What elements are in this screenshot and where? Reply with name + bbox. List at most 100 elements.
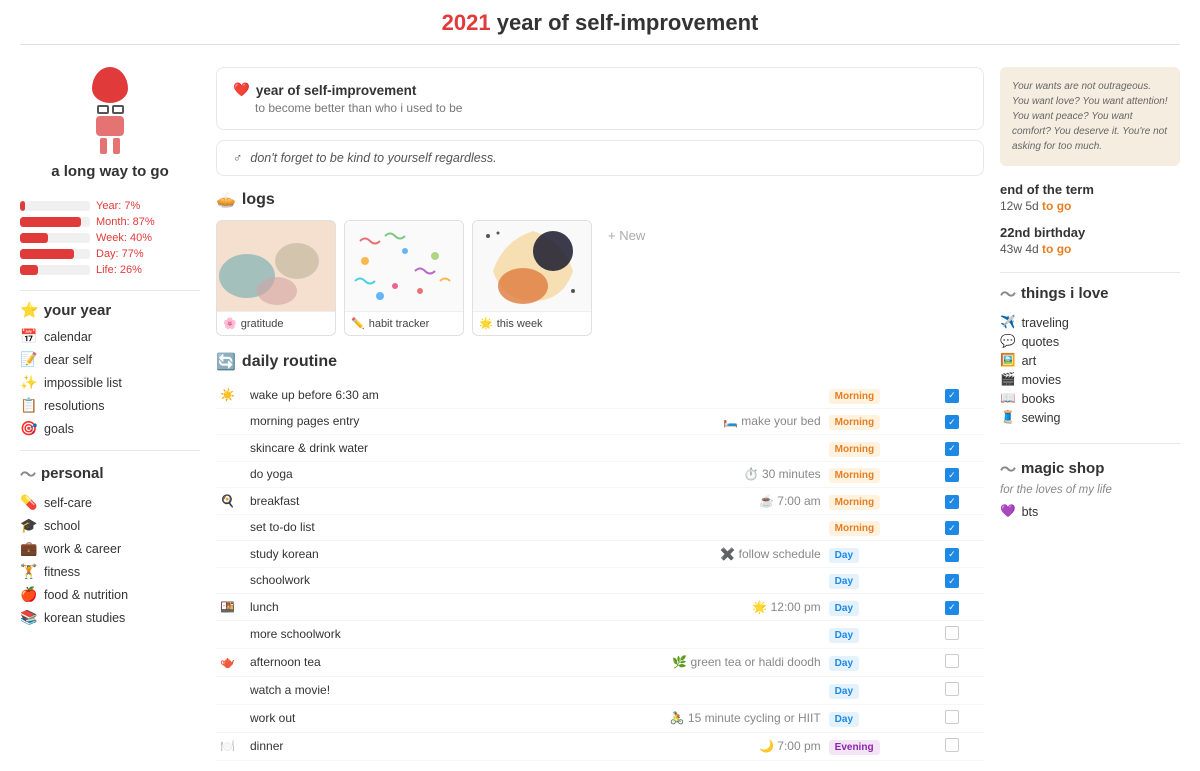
dinner-icon: 🍽️ [220,739,235,753]
resolutions-icon: 📋 [20,397,38,414]
magic-item-bts: 💜 bts [1000,502,1180,521]
table-row: study korean ✖️ follow schedule Day ✓ [216,541,984,568]
magic-shop-subtitle: for the loves of my life [1000,484,1180,496]
task-icon: ☀️ [220,388,235,402]
reminder-icon: ♂ [233,151,242,165]
thing-traveling: ✈️ traveling [1000,313,1180,332]
nav-korean-studies[interactable]: 📚 korean studies [20,606,200,629]
table-row: morning pages entry 🛏️ make your bed Mor… [216,408,984,435]
calendar-icon: 📅 [20,328,38,345]
countdown-section: end of the term 12w 5d to go 22nd birthd… [1000,182,1180,256]
table-row: 🍽️ dinner 🌙 7:00 pm Evening [216,732,984,760]
task-checkbox[interactable]: ✓ [945,574,959,588]
things-i-love-section: 〜 things i love ✈️ traveling 💬 quotes 🖼️… [1000,281,1180,427]
wave-icon-personal: 〜 [20,461,36,485]
task-checkbox[interactable] [945,710,959,724]
task-checkbox[interactable]: ✓ [945,601,959,615]
nav-fitness[interactable]: 🏋️ fitness [20,560,200,583]
nav-impossible-list[interactable]: ✨ impossible list [20,371,200,394]
task-checkbox[interactable] [945,654,959,668]
table-row: set to-do list Morning ✓ [216,514,984,541]
task-checkbox[interactable]: ✓ [945,468,959,482]
dear-self-icon: 📝 [20,351,38,368]
magic-shop-section: 〜 magic shop for the loves of my life 💜 … [1000,456,1180,521]
nav-self-care[interactable]: 💊 self-care [20,491,200,514]
goal-icon: ❤️ [233,82,250,98]
progress-life: Life: 26% [20,264,200,276]
magic-shop-title: 〜 magic shop [1000,456,1180,480]
thing-books: 📖 books [1000,389,1180,408]
progress-week: Week: 40% [20,232,200,244]
nav-work-career[interactable]: 💼 work & career [20,537,200,560]
task-checkbox[interactable]: ✓ [945,389,959,403]
log-label-week: 🌟 this week [473,311,591,335]
log-label-habit: ✏️ habit tracker [345,311,463,335]
add-new-log-button[interactable]: + New [600,220,653,251]
nav-school[interactable]: 🎓 school [20,514,200,537]
thing-art: 🖼️ art [1000,351,1180,370]
routine-table: ☀️ wake up before 6:30 am Morning ✓ morn… [216,382,984,761]
table-row: watch a movie! Day [216,676,984,704]
thing-movies: 🎬 movies [1000,370,1180,389]
quote-card: Your wants are not outrageous. You want … [1000,67,1180,166]
page-title: 2021 year of self-improvement [20,10,1180,45]
logs-icon: 🥧 [216,190,236,210]
nav-resolutions[interactable]: 📋 resolutions [20,394,200,417]
breakfast-icon: 🍳 [220,494,235,508]
personal-title: 〜 personal [20,461,200,485]
log-label-gratitude: 🌸 gratitude [217,311,335,335]
task-checkbox[interactable] [945,738,959,752]
thing-quotes: 💬 quotes [1000,332,1180,351]
things-title: 〜 things i love [1000,281,1180,305]
log-card-habit[interactable]: ✏️ habit tracker [344,220,464,336]
star-icon: ⭐ [20,301,39,319]
reminder-text: don't forget to be kind to yourself rega… [250,151,496,165]
bts-icon: 💜 [1000,504,1016,519]
traveling-icon: ✈️ [1000,315,1016,330]
nav-dear-self[interactable]: 📝 dear self [20,348,200,371]
left-sidebar: a long way to go Year: 7% Month: 87% Wee… [20,57,200,761]
table-row: 🍳 breakfast ☕ 7:00 am Morning ✓ [216,488,984,515]
logs-gallery: 🌸 gratitude [216,220,984,336]
table-row: do yoga ⏱️ 30 minutes Morning ✓ [216,461,984,488]
task-checkbox[interactable]: ✓ [945,495,959,509]
personal-nav: 💊 self-care 🎓 school 💼 work & career 🏋️ … [20,491,200,629]
lunch-icon: 🍱 [220,600,235,614]
task-checkbox[interactable] [945,626,959,640]
countdown-term: end of the term 12w 5d to go [1000,182,1180,213]
your-year-title: ⭐ your year [20,301,200,319]
task-checkbox[interactable] [945,682,959,696]
your-year-nav: 📅 calendar 📝 dear self ✨ impossible list… [20,325,200,440]
art-icon: 🖼️ [1000,353,1016,368]
logs-section-header: 🥧 logs [216,190,984,210]
nav-food-nutrition[interactable]: 🍎 food & nutrition [20,583,200,606]
log-card-week[interactable]: 🌟 this week [472,220,592,336]
wave-icon-things: 〜 [1000,281,1016,305]
tea-icon: 🫖 [220,655,235,669]
avatar-caption: a long way to go [51,163,169,180]
reminder-card: ♂ don't forget to be kind to yourself re… [216,140,984,176]
log-card-gratitude[interactable]: 🌸 gratitude [216,220,336,336]
table-row: schoolwork Day ✓ [216,567,984,594]
avatar-section: a long way to go [20,67,200,188]
nav-goals[interactable]: 🎯 goals [20,417,200,440]
progress-day: Day: 77% [20,248,200,260]
progress-year: Year: 7% [20,200,200,212]
progress-month: Month: 87% [20,216,200,228]
quote-text: Your wants are not outrageous. You want … [1012,81,1168,152]
quotes-icon: 💬 [1000,334,1016,349]
goals-icon: 🎯 [20,420,38,437]
task-checkbox[interactable]: ✓ [945,548,959,562]
impossible-list-icon: ✨ [20,374,38,391]
task-checkbox[interactable]: ✓ [945,521,959,535]
daily-routine-header: 🔄 daily routine [216,352,984,372]
task-checkbox[interactable]: ✓ [945,442,959,456]
right-sidebar: Your wants are not outrageous. You want … [1000,57,1180,761]
table-row: 🫖 afternoon tea 🌿 green tea or haldi doo… [216,648,984,676]
task-checkbox[interactable]: ✓ [945,415,959,429]
nav-calendar[interactable]: 📅 calendar [20,325,200,348]
goal-subtitle: to become better than who i used to be [233,101,967,115]
table-row: 🍱 lunch 🌟 12:00 pm Day ✓ [216,594,984,621]
log-thumb-habit [345,221,464,311]
thing-sewing: 🧵 sewing [1000,408,1180,427]
